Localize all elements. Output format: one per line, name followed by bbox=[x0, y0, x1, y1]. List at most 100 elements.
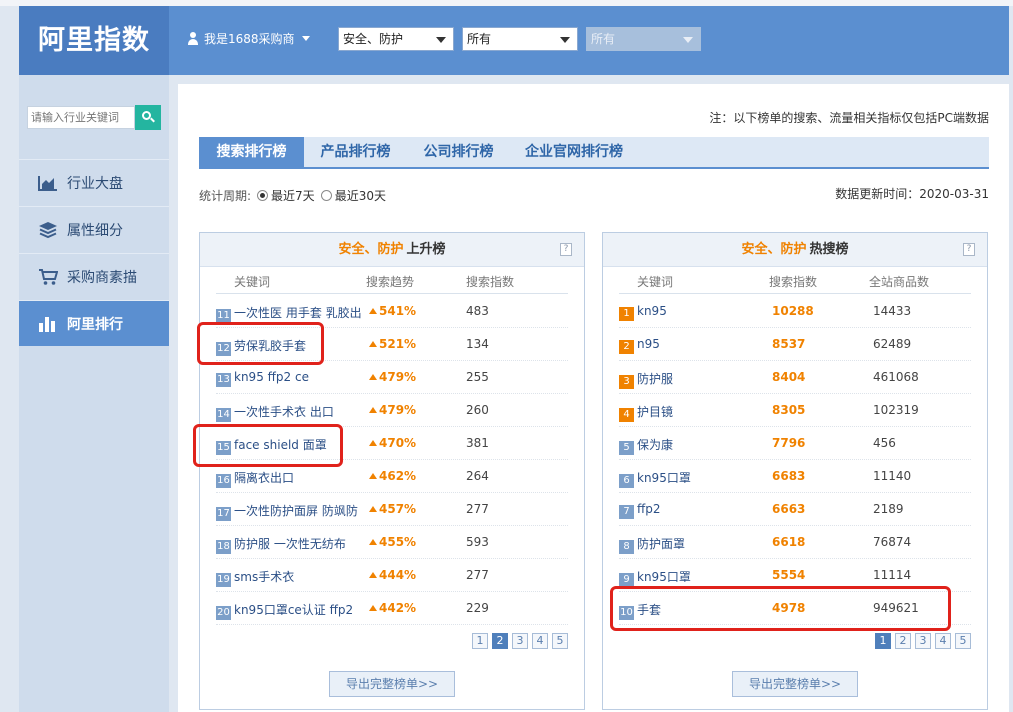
help-icon[interactable]: ? bbox=[963, 243, 975, 256]
trend-value: 444% bbox=[369, 568, 416, 582]
page-button[interactable]: 4 bbox=[532, 633, 548, 649]
sidebar-item-buyer-profile[interactable]: 采购商素描 bbox=[19, 253, 169, 299]
table-row[interactable]: 5 保为康 7796 456 bbox=[619, 427, 971, 460]
search-index-value: 8404 bbox=[772, 370, 806, 384]
tab-company-ranking[interactable]: 公司排行榜 bbox=[407, 137, 510, 167]
third-level-select-value: 所有 bbox=[591, 32, 616, 46]
chevron-down-icon bbox=[301, 36, 310, 41]
rank-badge: 3 bbox=[619, 375, 634, 389]
table-row[interactable]: 1 kn95 10288 14433 bbox=[619, 295, 971, 328]
table-row[interactable]: 8 防护面罩 6618 76874 bbox=[619, 526, 971, 559]
keyword-link[interactable]: 一次性防护面屏 防飒防 bbox=[234, 504, 358, 518]
keyword-link[interactable]: 防护面罩 bbox=[637, 537, 685, 551]
ranking-tabs: 搜索排行榜 产品排行榜 公司排行榜 企业官网排行榜 bbox=[199, 137, 989, 169]
category-select[interactable]: 安全、防护 bbox=[338, 27, 454, 51]
radio-7-days[interactable] bbox=[257, 190, 269, 201]
keyword-cell: 8 防护面罩 bbox=[619, 535, 685, 554]
arrow-up-icon bbox=[369, 440, 377, 446]
highlight-box bbox=[197, 322, 324, 365]
table-row[interactable]: 6 kn95口罩 6683 11140 bbox=[619, 460, 971, 493]
radio-7-days-label[interactable]: 最近7天 bbox=[271, 187, 315, 204]
rising-list-title: 安全、防护 上升榜 bbox=[200, 233, 584, 267]
keyword-link[interactable]: kn95口罩 bbox=[637, 570, 691, 584]
radio-30-days[interactable] bbox=[320, 190, 332, 201]
rank-badge: 7 bbox=[619, 505, 634, 519]
page-button[interactable]: 3 bbox=[915, 633, 931, 649]
search-button[interactable] bbox=[135, 105, 161, 130]
tab-website-ranking[interactable]: 企业官网排行榜 bbox=[510, 137, 638, 167]
trend-value: 462% bbox=[369, 469, 416, 483]
keyword-link[interactable]: 一次性手术衣 出口 bbox=[234, 405, 334, 419]
product-count-value: 2189 bbox=[873, 502, 904, 516]
search-index-value: 381 bbox=[466, 436, 489, 450]
keyword-cell: 9 kn95口罩 bbox=[619, 568, 691, 587]
page-button[interactable]: 2 bbox=[492, 633, 508, 649]
hot-list-title: 安全、防护 热搜榜 bbox=[603, 233, 987, 267]
keyword-link[interactable]: n95 bbox=[637, 337, 660, 351]
keyword-link[interactable]: kn95 ffp2 ce bbox=[234, 370, 309, 384]
trend-text: 479% bbox=[379, 403, 417, 417]
page-button[interactable]: 1 bbox=[875, 633, 891, 649]
tab-product-ranking[interactable]: 产品排行榜 bbox=[304, 137, 407, 167]
app-logo[interactable]: 阿里指数 bbox=[19, 6, 169, 75]
table-row[interactable]: 17 一次性防护面屏 防飒防 457% 277 bbox=[216, 493, 568, 526]
table-row[interactable]: 4 护目镜 8305 102319 bbox=[619, 394, 971, 427]
keyword-link[interactable]: 一次性医 用手套 乳胶出 bbox=[234, 306, 362, 320]
update-time: 数据更新时间：2020-03-31 bbox=[835, 187, 989, 201]
third-level-select: 所有 bbox=[586, 27, 701, 51]
sidebar-item-label: 阿里排行 bbox=[67, 316, 123, 333]
radio-30-days-label[interactable]: 最近30天 bbox=[335, 187, 386, 204]
hot-export-button[interactable]: 导出完整榜单>> bbox=[732, 671, 858, 697]
sidebar-item-industry-overview[interactable]: 行业大盘 bbox=[19, 159, 169, 205]
product-count-value: 14433 bbox=[873, 304, 912, 318]
keyword-link[interactable]: kn95 bbox=[637, 304, 667, 318]
rank-badge: 17 bbox=[216, 507, 231, 521]
page-button[interactable]: 2 bbox=[895, 633, 911, 649]
page-button[interactable]: 5 bbox=[552, 633, 568, 649]
subcategory-select[interactable]: 所有 bbox=[462, 27, 578, 51]
period-selector: 统计周期: 最近7天 最近30天 bbox=[199, 187, 386, 204]
rank-badge: 14 bbox=[216, 408, 231, 422]
table-row[interactable]: 19 sms手术衣 444% 277 bbox=[216, 559, 568, 592]
table-row[interactable]: 3 防护服 8404 461068 bbox=[619, 361, 971, 394]
sidebar-item-ali-ranking[interactable]: 阿里排行 bbox=[19, 300, 169, 346]
keyword-link[interactable]: ffp2 bbox=[637, 502, 661, 516]
table-row[interactable]: 7 ffp2 6663 2189 bbox=[619, 493, 971, 526]
sidebar-item-attribute-breakdown[interactable]: 属性细分 bbox=[19, 206, 169, 252]
trend-value: 479% bbox=[369, 370, 416, 384]
keyword-link[interactable]: kn95口罩 bbox=[637, 471, 691, 485]
user-icon bbox=[187, 32, 199, 45]
keyword-link[interactable]: sms手术衣 bbox=[234, 570, 294, 584]
keyword-link[interactable]: 护目镜 bbox=[637, 405, 673, 419]
table-row[interactable]: 14 一次性手术衣 出口 479% 260 bbox=[216, 394, 568, 427]
page-button[interactable]: 1 bbox=[472, 633, 488, 649]
table-row[interactable]: 18 防护服 一次性无纺布 455% 593 bbox=[216, 526, 568, 559]
arrow-up-icon bbox=[369, 572, 377, 578]
product-count-value: 456 bbox=[873, 436, 896, 450]
table-row[interactable]: 13 kn95 ffp2 ce 479% 255 bbox=[216, 361, 568, 394]
user-menu[interactable]: 我是1688采购商 bbox=[187, 30, 310, 47]
help-icon[interactable]: ? bbox=[560, 243, 572, 256]
col-trend: 搜索趋势 bbox=[366, 275, 415, 289]
sidebar: 行业大盘 属性细分 采购商素描 阿里排行 bbox=[19, 75, 169, 712]
tab-search-ranking[interactable]: 搜索排行榜 bbox=[199, 137, 304, 167]
page-button[interactable]: 3 bbox=[512, 633, 528, 649]
keyword-link[interactable]: 隔离衣出口 bbox=[234, 471, 294, 485]
rank-badge: 13 bbox=[216, 373, 231, 387]
page-button[interactable]: 5 bbox=[955, 633, 971, 649]
keyword-link[interactable]: 防护服 一次性无纺布 bbox=[234, 537, 346, 551]
table-row[interactable]: 20 kn95口罩ce认证 ffp2 442% 229 bbox=[216, 592, 568, 625]
search-index-value: 10288 bbox=[772, 304, 814, 318]
rising-export-button[interactable]: 导出完整榜单>> bbox=[329, 671, 455, 697]
keyword-cell: 17 一次性防护面屏 防飒防 bbox=[216, 502, 358, 521]
keyword-link[interactable]: 防护服 bbox=[637, 372, 673, 386]
keyword-link[interactable]: kn95口罩ce认证 ffp2 bbox=[234, 603, 353, 617]
keyword-cell: 19 sms手术衣 bbox=[216, 568, 294, 587]
keyword-link[interactable]: 保为康 bbox=[637, 438, 673, 452]
table-row[interactable]: 2 n95 8537 62489 bbox=[619, 328, 971, 361]
hot-title: 热搜榜 bbox=[809, 242, 849, 257]
rank-badge: 6 bbox=[619, 474, 634, 488]
industry-search-input[interactable] bbox=[27, 106, 135, 129]
trend-text: 479% bbox=[379, 370, 417, 384]
page-button[interactable]: 4 bbox=[935, 633, 951, 649]
